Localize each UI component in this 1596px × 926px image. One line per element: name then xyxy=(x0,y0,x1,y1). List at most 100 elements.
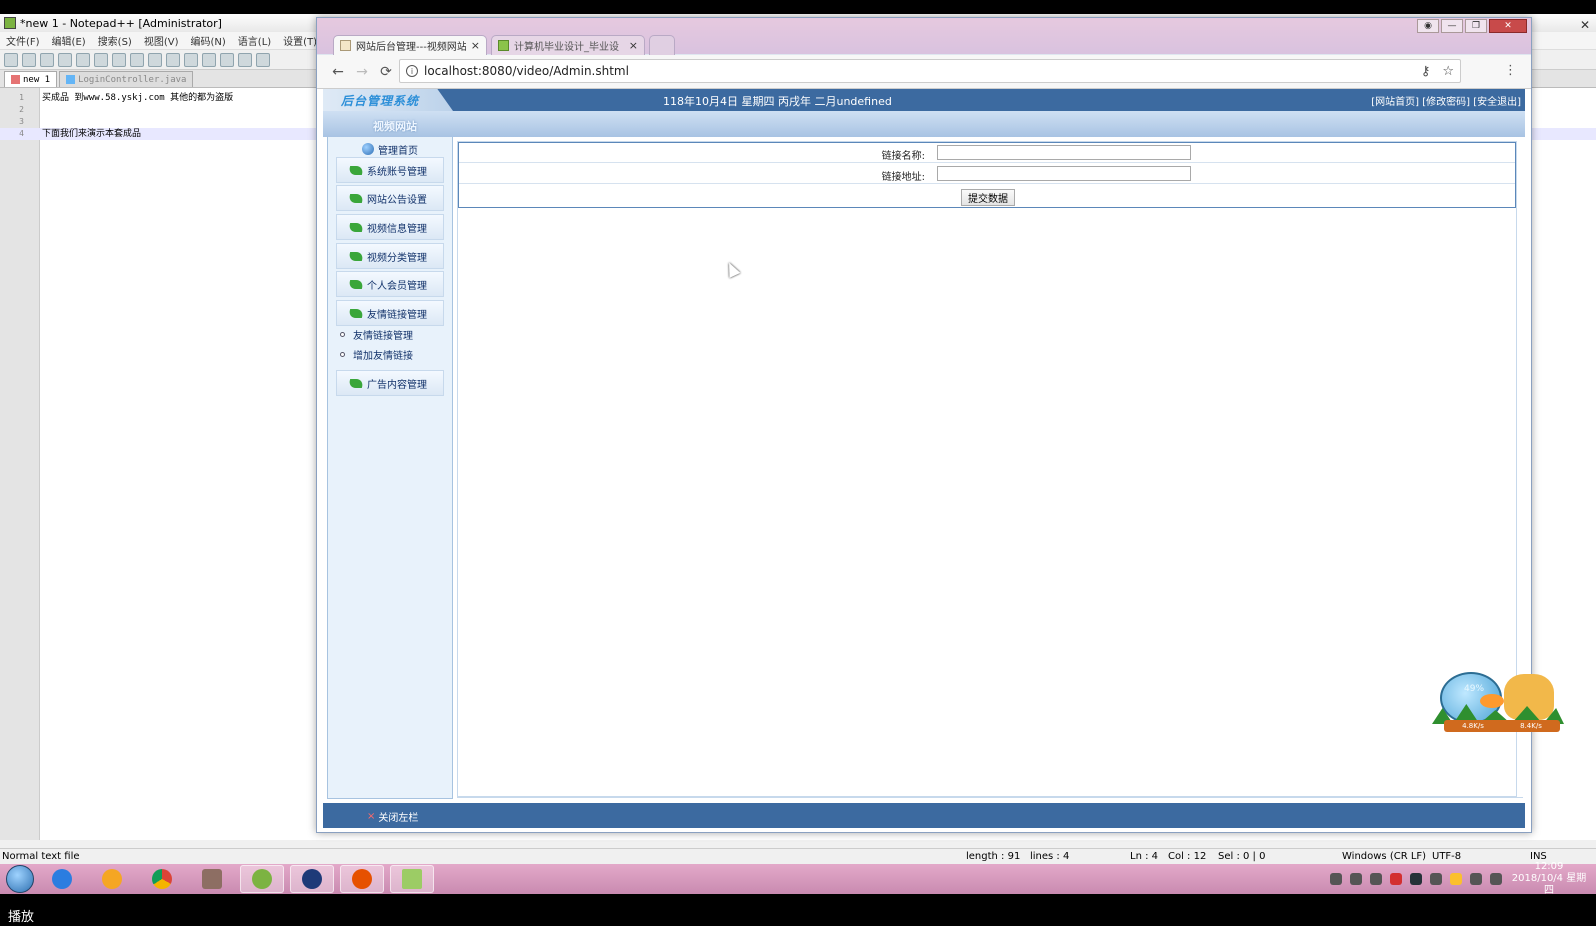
network-speed-widget[interactable]: 49% 4.8K/s 8.4K/s xyxy=(1432,668,1564,734)
globe-icon xyxy=(362,143,374,155)
cut-icon[interactable] xyxy=(130,52,144,67)
usb-icon[interactable] xyxy=(1370,873,1382,885)
redo-icon[interactable] xyxy=(202,52,216,67)
network-icon[interactable] xyxy=(1430,873,1442,885)
leaf-icon xyxy=(347,308,365,318)
profile-icon[interactable]: ◉ xyxy=(1417,19,1439,33)
browser-toolbar: ← → ⟳ i localhost:8080/video/Admin.shtml… xyxy=(317,55,1531,89)
download-speed: 8.4K/s xyxy=(1520,722,1542,730)
save-all-icon[interactable] xyxy=(58,52,72,67)
find-icon[interactable] xyxy=(220,52,234,67)
main-content: 链接名称: 链接地址: 提交数据 xyxy=(457,141,1517,797)
browser-tab-admin[interactable]: 网站后台管理---视频网站 × xyxy=(333,35,487,55)
submenu-add-friend-link[interactable]: 增加友情链接 xyxy=(340,346,413,362)
browser-tabstrip: 网站后台管理---视频网站 × 计算机毕业设计_毕业设 × ◉ — ❐ ✕ xyxy=(317,18,1531,55)
play-label: 播放 xyxy=(8,910,35,925)
site-info-icon[interactable]: i xyxy=(406,65,418,77)
keyboard-icon[interactable] xyxy=(1330,873,1342,885)
sidebar-item-video-info[interactable]: 视频信息管理 xyxy=(336,214,444,240)
close-window-button[interactable]: ✕ xyxy=(1489,19,1527,33)
address-bar[interactable]: i localhost:8080/video/Admin.shtml ⚷ ☆ xyxy=(399,59,1461,83)
sidebar-item-friend-links[interactable]: 友情链接管理 xyxy=(336,300,444,326)
print-icon[interactable] xyxy=(112,52,126,67)
browser-menu-icon[interactable]: ⋮ xyxy=(1504,63,1517,78)
volume-icon[interactable] xyxy=(1490,873,1502,885)
taskbar-ie[interactable] xyxy=(40,865,84,893)
top-black-strip xyxy=(0,0,1596,14)
browser-tab-graduation[interactable]: 计算机毕业设计_毕业设 × xyxy=(491,35,645,55)
start-button-icon[interactable] xyxy=(6,865,34,893)
notepad-menu-edit[interactable]: 编辑(E) xyxy=(52,33,86,48)
close-file-icon[interactable] xyxy=(76,52,90,67)
admin-subbar: 视频网站 xyxy=(323,111,1525,137)
close-all-icon[interactable] xyxy=(94,52,108,67)
app-tray-icon[interactable] xyxy=(1450,873,1462,885)
paste-icon[interactable] xyxy=(166,52,180,67)
sidebar-item-announcements[interactable]: 网站公告设置 xyxy=(336,185,444,211)
bullet-icon xyxy=(340,351,345,357)
header-links[interactable]: [网站首页] [修改密码] [安全退出] xyxy=(1371,93,1521,108)
back-icon[interactable]: ← xyxy=(327,61,349,83)
reload-icon[interactable]: ⟳ xyxy=(375,61,397,83)
sidebar-home[interactable]: 管理首页 xyxy=(328,141,452,157)
taskbar-app5[interactable] xyxy=(240,865,284,893)
replace-icon[interactable] xyxy=(238,52,252,67)
display-icon[interactable] xyxy=(1470,873,1482,885)
new-file-icon[interactable] xyxy=(4,52,18,67)
link-url-input[interactable] xyxy=(937,166,1191,181)
bookmark-star-icon[interactable]: ☆ xyxy=(1442,64,1454,79)
taskbar-app4[interactable] xyxy=(190,865,234,893)
sidebar-item-label: 视频分类管理 xyxy=(367,252,427,264)
notepad-tab-new1[interactable]: new 1 xyxy=(4,71,58,87)
security-icon[interactable] xyxy=(1390,873,1402,885)
submit-button[interactable]: 提交数据 xyxy=(961,189,1015,206)
notepad-menu-file[interactable]: 文件(F) xyxy=(6,33,40,48)
notepad-tab-logincontroller[interactable]: LoginController.java xyxy=(59,71,194,87)
taskbar-app7[interactable] xyxy=(340,865,384,893)
sidebar-item-ads[interactable]: 广告内容管理 xyxy=(336,370,444,396)
undo-icon[interactable] xyxy=(184,52,198,67)
close-sidebar-button[interactable]: × 关闭左栏 xyxy=(367,809,418,824)
notepad-menu-settings[interactable]: 设置(T) xyxy=(283,33,317,48)
notepad-menu-language[interactable]: 语言(L) xyxy=(238,33,271,48)
restore-button[interactable]: ❐ xyxy=(1465,19,1487,33)
notepad-close-icon[interactable]: ✕ xyxy=(1580,18,1590,32)
notepad-menu-encoding[interactable]: 编码(N) xyxy=(191,33,226,48)
admin-sidebar: 管理首页 系统账号管理 网站公告设置 视频信息管理 视频分类管理 个人会员管理 xyxy=(327,137,453,799)
tab-title: 网站后台管理---视频网站 xyxy=(356,42,466,53)
sidebar-item-label: 广告内容管理 xyxy=(367,379,427,391)
status-sel: Sel : 0 | 0 xyxy=(1218,851,1266,862)
leaf-icon xyxy=(347,165,365,175)
taskbar-clock[interactable]: 12:09 2018/10/4 星期四 xyxy=(1510,861,1588,897)
qq-icon[interactable] xyxy=(1410,873,1422,885)
sidebar-item-system-accounts[interactable]: 系统账号管理 xyxy=(336,157,444,183)
notepad-menu-view[interactable]: 视图(V) xyxy=(144,33,179,48)
zoom-icon[interactable] xyxy=(256,52,270,67)
password-key-icon[interactable]: ⚷ xyxy=(1421,64,1431,79)
tab-close-icon[interactable]: × xyxy=(629,39,638,52)
forward-icon[interactable]: → xyxy=(351,61,373,83)
minimize-button[interactable]: — xyxy=(1441,19,1463,33)
line-text: 买成品 到www.58.yskj.com 其他的都为盗版 xyxy=(42,93,234,103)
taskbar-app2[interactable] xyxy=(90,865,134,893)
save-icon[interactable] xyxy=(40,52,54,67)
help-icon[interactable] xyxy=(1350,873,1362,885)
tab-close-icon[interactable]: × xyxy=(471,39,480,52)
fish-icon xyxy=(1480,694,1504,708)
page-viewport: 后台管理系统 118年10月4日 星期四 丙戌年 二月undefined [网站… xyxy=(317,89,1531,832)
admin-footer: × 关闭左栏 xyxy=(323,803,1525,828)
new-tab-button[interactable] xyxy=(649,35,675,55)
taskbar-notepad[interactable] xyxy=(390,865,434,893)
taskbar-app6[interactable] xyxy=(290,865,334,893)
link-name-input[interactable] xyxy=(937,145,1191,160)
file-icon xyxy=(66,75,76,84)
sidebar-item-video-category[interactable]: 视频分类管理 xyxy=(336,243,444,269)
open-file-icon[interactable] xyxy=(22,52,36,67)
submenu-friend-links-manage[interactable]: 友情链接管理 xyxy=(340,326,413,342)
notepad-tab-label: LoginController.java xyxy=(78,74,187,85)
taskbar-chrome[interactable] xyxy=(140,865,184,893)
notepad-menu-search[interactable]: 搜索(S) xyxy=(98,33,132,48)
url-text: localhost:8080/video/Admin.shtml xyxy=(424,64,629,78)
copy-icon[interactable] xyxy=(148,52,162,67)
sidebar-item-members[interactable]: 个人会员管理 xyxy=(336,271,444,297)
